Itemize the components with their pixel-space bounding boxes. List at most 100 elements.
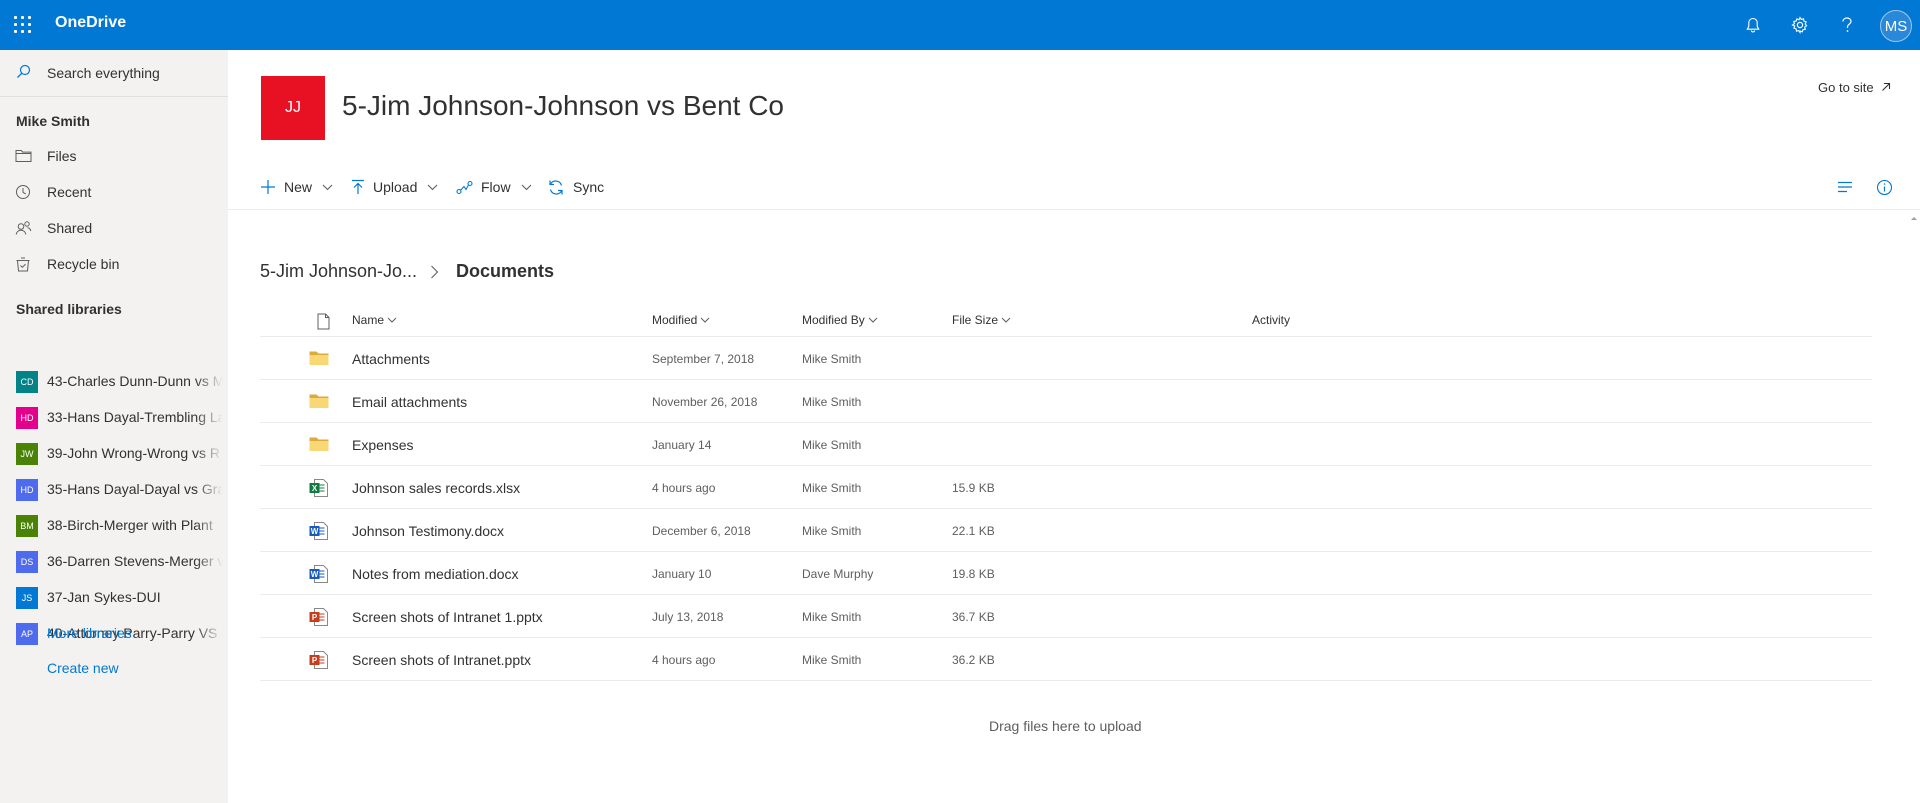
bell-icon[interactable] [1741, 13, 1765, 37]
drop-hint: Drag files here to upload [989, 718, 1142, 734]
file-modified-by: Mike Smith [802, 352, 862, 366]
folder-icon [309, 393, 329, 414]
file-modified-by: Mike Smith [802, 610, 862, 624]
flow-icon [456, 180, 473, 194]
more-libraries-link[interactable]: More libraries [47, 625, 132, 641]
file-row[interactable]: Email attachments November 26, 2018 Mike S… [260, 380, 1872, 423]
chevron-right-icon [431, 265, 439, 279]
file-size: 36.2 KB [952, 653, 995, 667]
create-new-link[interactable]: Create new [47, 660, 119, 676]
info-icon[interactable] [1873, 176, 1895, 198]
nav-item-recent[interactable]: Recent [0, 174, 228, 210]
flow-button[interactable]: Flow [456, 174, 532, 200]
library-badge: HD [16, 479, 38, 501]
nav-item-shared[interactable]: Shared [0, 210, 228, 246]
file-row[interactable]: Attachments September 7, 2018 Mike Smith [260, 337, 1872, 380]
scroll-up-icon[interactable] [1908, 213, 1920, 223]
go-to-site-label: Go to site [1818, 80, 1874, 95]
new-button[interactable]: New [260, 174, 333, 200]
avatar[interactable]: MS [1880, 10, 1912, 42]
file-name[interactable]: Email attachments [352, 394, 467, 410]
file-row[interactable]: X Johnson sales records.xlsx 4 hours ago Mi… [260, 466, 1872, 509]
library-item[interactable]: BM 38-Birch-Merger with Plant [0, 507, 228, 543]
svg-text:W: W [311, 527, 319, 536]
file-name[interactable]: Johnson Testimony.docx [352, 523, 504, 539]
command-bar-divider [228, 209, 1920, 210]
library-badge: CD [16, 371, 38, 393]
gear-icon[interactable] [1788, 13, 1812, 37]
waffle-icon[interactable] [14, 16, 32, 34]
chevron-down-icon [1001, 317, 1011, 323]
upload-button[interactable]: Upload [351, 174, 438, 200]
go-to-site-link[interactable]: Go to site [1818, 80, 1891, 95]
people-icon [15, 221, 32, 235]
nav-item-recycle-bin[interactable]: Recycle bin [0, 246, 228, 282]
flow-label: Flow [481, 179, 511, 195]
library-badge: JW [16, 443, 38, 465]
library-label: 35-Hans Dayal-Dayal vs Gra [47, 481, 223, 497]
powerpoint-file-icon: P [309, 651, 329, 674]
trash-icon [16, 257, 30, 272]
name-column-header[interactable]: Name [352, 313, 397, 327]
nav-item-files[interactable]: Files [0, 138, 228, 174]
file-row[interactable]: P Screen shots of Intranet.pptx 4 hours ag… [260, 638, 1872, 681]
file-type-header-icon[interactable] [314, 313, 330, 330]
site-initials: JJ [285, 99, 301, 116]
nav-label: Files [47, 148, 77, 164]
library-item[interactable]: HD 35-Hans Dayal-Dayal vs Gra [0, 471, 228, 507]
file-name[interactable]: Screen shots of Intranet.pptx [352, 652, 531, 668]
file-name[interactable]: Notes from mediation.docx [352, 566, 519, 582]
library-item[interactable]: HD 33-Hans Dayal-Trembling La [0, 399, 228, 435]
file-name[interactable]: Attachments [352, 351, 430, 367]
file-row[interactable]: P Screen shots of Intranet 1.pptx July 13,… [260, 595, 1872, 638]
help-icon[interactable] [1835, 13, 1859, 37]
file-size-column-header[interactable]: File Size [952, 313, 1011, 327]
modified-column-label: Modified [652, 313, 698, 327]
activity-column-label: Activity [1252, 313, 1291, 327]
file-size: 19.8 KB [952, 567, 995, 581]
breadcrumb-current: Documents [456, 261, 555, 281]
file-row[interactable]: W Johnson Testimony.docx December 6, 2018 M… [260, 509, 1872, 552]
scrollbar[interactable] [1908, 210, 1920, 803]
modified-by-column-header[interactable]: Modified By [802, 313, 878, 327]
file-name[interactable]: Expenses [352, 437, 413, 453]
svg-text:X: X [312, 484, 318, 493]
chevron-down-icon [868, 317, 878, 323]
folder-icon [309, 436, 329, 457]
user-name: Mike Smith [16, 113, 90, 129]
library-badge: HD [16, 407, 38, 429]
chevron-down-icon [701, 317, 710, 323]
file-modified-by: Dave Murphy [802, 567, 874, 581]
file-modified-by: Mike Smith [802, 524, 862, 538]
file-modified-by: Mike Smith [802, 481, 862, 495]
clock-icon [16, 185, 30, 199]
search-input[interactable]: Search everything [47, 65, 160, 81]
library-item[interactable]: DS 36-Darren Stevens-Merger v [0, 543, 228, 579]
breadcrumb-parent[interactable]: 5-Jim Johnson-Jo... [260, 261, 417, 282]
file-modified-by: Mike Smith [802, 653, 862, 667]
nav-label: Recycle bin [47, 256, 120, 272]
file-modified: December 6, 2018 [652, 524, 751, 538]
library-item[interactable]: CD 43-Charles Dunn-Dunn vs M [0, 363, 228, 399]
search-box[interactable]: Search everything [0, 50, 228, 97]
app-title[interactable]: OneDrive [55, 14, 126, 32]
sync-label: Sync [573, 179, 605, 195]
shared-libraries-heading: Shared libraries [16, 301, 122, 317]
view-options-icon[interactable] [1834, 176, 1856, 198]
file-row[interactable]: Expenses January 14 Mike Smith [260, 423, 1872, 466]
file-modified: 4 hours ago [652, 653, 716, 667]
library-item[interactable]: JW 39-John Wrong-Wrong vs R [0, 435, 228, 471]
word-file-icon: W [309, 522, 329, 545]
modified-column-header[interactable]: Modified [652, 313, 710, 327]
left-nav: Search everything Mike Smith Files Recen… [0, 50, 228, 803]
sync-button[interactable]: Sync [547, 174, 604, 200]
excel-file-icon: X [309, 479, 329, 502]
file-modified: September 7, 2018 [652, 352, 755, 366]
file-name[interactable]: Johnson sales records.xlsx [352, 480, 520, 496]
activity-column-header[interactable]: Activity [1252, 313, 1290, 327]
nav-label: Shared [47, 220, 93, 236]
library-item[interactable]: JS 37-Jan Sykes-DUI [0, 579, 228, 615]
chevron-down-icon [521, 184, 531, 190]
file-row[interactable]: W Notes from mediation.docx January 10 Dave… [260, 552, 1872, 595]
file-name[interactable]: Screen shots of Intranet 1.pptx [352, 609, 543, 625]
